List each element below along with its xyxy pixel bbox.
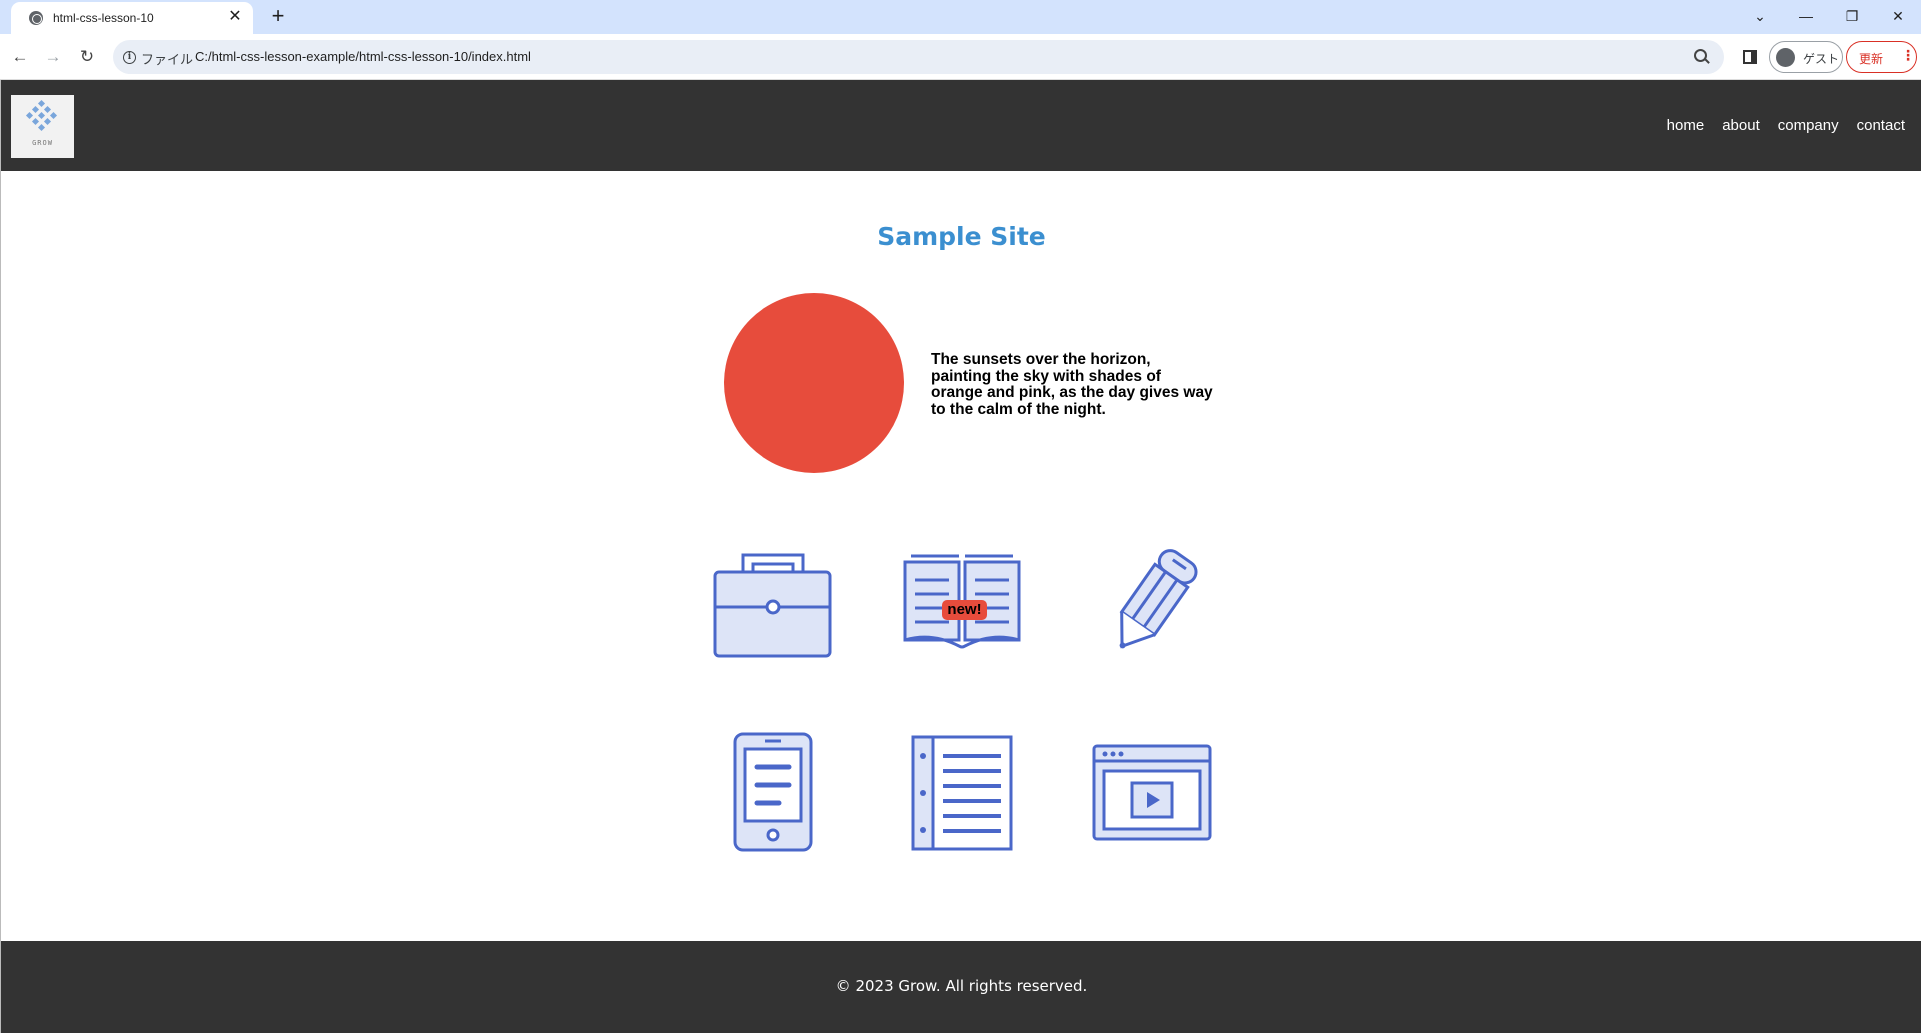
close-window-button[interactable]: ✕ xyxy=(1878,4,1918,28)
url-text[interactable]: C:/html-css-lesson-example/html-css-less… xyxy=(195,49,531,64)
sun-circle xyxy=(724,293,904,473)
profile-button[interactable]: ゲスト xyxy=(1769,41,1843,73)
nav-contact[interactable]: contact xyxy=(1857,117,1905,134)
tab-close-button[interactable]: ✕ xyxy=(225,7,245,27)
tab-title: html-css-lesson-10 xyxy=(53,11,154,25)
zoom-icon[interactable] xyxy=(1694,49,1710,65)
site-logo[interactable]: GROW xyxy=(11,95,74,158)
avatar xyxy=(1776,48,1795,67)
menu-dots-icon: ⋮ xyxy=(1901,47,1915,63)
pencil-icon xyxy=(1119,549,1198,649)
nav-home[interactable]: home xyxy=(1667,117,1705,134)
browser-toolbar: ← → ↻ i ファイル C:/html-css-lesson-example/… xyxy=(0,34,1921,80)
new-badge: new! xyxy=(942,600,987,620)
web-page: GROW home about company contact Sample S… xyxy=(0,80,1921,1033)
update-button[interactable]: 更新 ⋮ xyxy=(1846,41,1917,73)
forward-button[interactable]: → xyxy=(41,45,65,69)
guest-label: ゲスト xyxy=(1803,52,1840,66)
logo-text: GROW xyxy=(32,139,53,147)
site-nav: home about company contact xyxy=(1667,117,1905,134)
minimize-button[interactable]: — xyxy=(1786,4,1826,28)
nav-company[interactable]: company xyxy=(1778,117,1839,134)
side-panel-icon[interactable] xyxy=(1743,50,1757,64)
nav-about[interactable]: about xyxy=(1722,117,1760,134)
update-label: 更新 xyxy=(1859,52,1884,66)
description-text: The sunsets over the horizon, painting t… xyxy=(931,351,1213,418)
briefcase-icon xyxy=(713,553,832,658)
tab-search-button[interactable]: ⌄ xyxy=(1740,4,1780,28)
info-icon[interactable]: i xyxy=(123,51,136,64)
globe-icon xyxy=(29,11,43,25)
back-button[interactable]: ← xyxy=(8,45,32,69)
copyright-text: © 2023 Grow. All rights reserved. xyxy=(835,977,1088,995)
reload-button[interactable]: ↻ xyxy=(75,45,99,69)
notebook-icon xyxy=(911,735,1013,851)
logo-diamond-icon xyxy=(25,99,58,132)
site-header: GROW home about company contact xyxy=(1,80,1921,171)
address-bar[interactable]: i ファイル C:/html-css-lesson-example/html-c… xyxy=(113,40,1724,74)
smartphone-icon xyxy=(733,732,813,852)
site-footer: © 2023 Grow. All rights reserved. xyxy=(1,941,1921,1033)
page-title: Sample Site xyxy=(877,222,1046,251)
browser-tab-bar: html-css-lesson-10 ✕ + ⌄ — ❐ ✕ xyxy=(0,0,1921,34)
video-player-icon xyxy=(1092,744,1212,841)
file-label: ファイル xyxy=(141,52,194,67)
new-tab-button[interactable]: + xyxy=(266,5,290,29)
restore-button[interactable]: ❐ xyxy=(1832,4,1872,28)
browser-tab[interactable]: html-css-lesson-10 ✕ xyxy=(11,2,253,34)
